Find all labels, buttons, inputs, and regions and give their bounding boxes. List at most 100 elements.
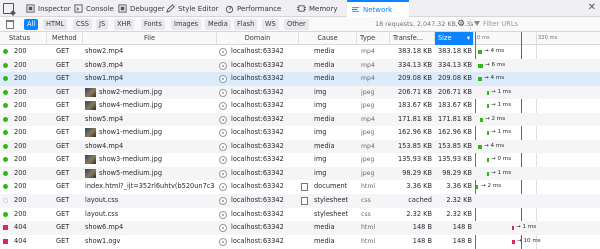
cause: img: [314, 128, 327, 137]
filter-html-button[interactable]: HTML: [43, 19, 68, 30]
gear-icon[interactable]: ⚙: [457, 19, 465, 30]
request-method: GET: [56, 168, 70, 177]
request-method: GET: [56, 101, 70, 110]
filter-css-button[interactable]: CSS: [73, 19, 92, 30]
element-picker-icon[interactable]: [3, 3, 14, 14]
filter-all-button[interactable]: All: [24, 19, 39, 30]
domain: localhost:63342: [231, 209, 284, 218]
content-type: mp4: [361, 48, 375, 55]
filter-xhr-button[interactable]: XHR: [114, 19, 135, 30]
cause: media: [314, 236, 335, 245]
resource-size: 162.96 KB: [437, 128, 472, 137]
waterfall-timing: → 4 ms: [484, 75, 505, 82]
table-row[interactable]: 200 GET show1-medium.jpg localhost:63342 img…: [0, 126, 600, 140]
security-info-icon: [219, 48, 227, 56]
tab-inspector[interactable]: Inspector: [22, 0, 75, 17]
table-row[interactable]: 404 GET show1.ogv localhost:63342 media html 1…: [0, 235, 600, 249]
close-icon[interactable]: ✕: [588, 2, 596, 13]
tab-memory[interactable]: Memory: [293, 0, 341, 17]
waterfall-bar: [478, 50, 482, 54]
security-info-icon: [219, 197, 227, 206]
cause: media: [314, 60, 335, 69]
column-size[interactable]: Size ▾: [435, 32, 474, 45]
filter-js-button[interactable]: JS: [96, 19, 109, 30]
performance-icon: [225, 5, 234, 13]
status-indicator-icon: [3, 157, 8, 163]
transferred-size: 3.36 KB: [406, 182, 432, 191]
table-row[interactable]: 200 GET show2-medium.jpg localhost:63342 img…: [0, 85, 600, 100]
domain: localhost:63342: [231, 128, 284, 137]
filter-ws-button[interactable]: WS: [262, 19, 279, 30]
domain: localhost:63342: [231, 101, 284, 110]
content-type: html: [361, 224, 376, 232]
waterfall-bar: [476, 185, 478, 190]
filter-images-button[interactable]: Images: [171, 19, 202, 30]
content-type: mp4: [361, 75, 375, 83]
column-type[interactable]: Type: [357, 32, 390, 45]
filter-fonts-button[interactable]: Fonts: [141, 19, 165, 30]
table-row[interactable]: 200 GET layout.css localhost:63342 styleshee…: [0, 194, 600, 208]
request-method: GET: [56, 182, 70, 191]
clear-requests-icon[interactable]: [6, 20, 14, 29]
domain: localhost:63342: [231, 141, 284, 150]
resource-size: 148 B: [452, 236, 472, 245]
tab-network[interactable]: Network: [347, 0, 409, 17]
file-name: show1.ogv: [85, 236, 121, 245]
resource-size: 2.32 KB: [446, 209, 472, 218]
request-method: GET: [56, 155, 70, 164]
content-type: jpeg: [361, 129, 375, 137]
status-code: 200: [14, 101, 27, 110]
style-editor-icon: [166, 4, 175, 13]
table-row[interactable]: 200 GET show1.mp4 localhost:63342 media mp4 20…: [0, 72, 600, 86]
tab-console[interactable]: Console: [70, 0, 118, 17]
tab-label: Inspector: [38, 4, 71, 13]
status-indicator-icon: [3, 130, 8, 136]
content-type: mp4: [361, 115, 375, 123]
table-row[interactable]: 200 GET show3.mp4 localhost:63342 media mp4 33…: [0, 58, 600, 73]
tab-performance[interactable]: Performance: [221, 0, 285, 17]
table-row[interactable]: 200 GET index.html?_ijt=352rl6uhtv(b520un7…: [0, 180, 600, 194]
security-info-icon: [219, 169, 227, 178]
table-row[interactable]: 200 GET layout.css localhost:63342 styleshee…: [0, 208, 600, 222]
status-code: 200: [14, 155, 27, 164]
table-row[interactable]: 200 GET show3-medium.jpg localhost:63342 img…: [0, 153, 600, 167]
content-type: jpeg: [361, 102, 375, 110]
tab-style-editor[interactable]: Style Editor: [162, 0, 223, 17]
tab-debugger[interactable]: Debugger: [114, 0, 169, 17]
table-row[interactable]: 200 GET show5.mp4 localhost:63342 media mp4 17…: [0, 112, 600, 127]
filter-other-button[interactable]: Other: [284, 19, 309, 30]
column-method[interactable]: Method: [47, 32, 83, 45]
domain: localhost:63342: [231, 168, 284, 177]
transferred-size: 171.81 KB: [397, 114, 432, 123]
column-cause[interactable]: Cause: [299, 32, 357, 45]
status-indicator-icon: [3, 143, 8, 149]
filter-flash-button[interactable]: Flash: [234, 19, 258, 30]
table-row[interactable]: 404 GET show6.mp4 localhost:63342 media html 1…: [0, 221, 600, 235]
filter-media-button[interactable]: Media: [205, 19, 231, 30]
status-code: 200: [14, 196, 27, 205]
content-type: css: [361, 197, 371, 205]
table-row[interactable]: 200 GET show2.mp4 localhost:63342 media mp4 38…: [0, 45, 600, 59]
table-row[interactable]: 200 GET show4.mp4 localhost:63342 media mp4 15…: [0, 139, 600, 154]
resource-size: 135.93 KB: [437, 155, 472, 164]
status-indicator-icon: [3, 76, 8, 82]
column-domain[interactable]: Domain: [217, 32, 299, 45]
table-row[interactable]: 200 GET show5-medium.jpg localhost:63342 img…: [0, 166, 600, 181]
waterfall-bar: [478, 144, 482, 149]
file-name: index.html?_ijt=352rl6uhtv(b520un7c3c...: [85, 182, 215, 191]
request-method: GET: [56, 196, 70, 205]
column-transferred[interactable]: Transfe...: [390, 32, 435, 45]
status-code: 200: [14, 74, 27, 83]
column-status[interactable]: Status: [0, 32, 47, 45]
column-file[interactable]: File: [83, 32, 217, 45]
table-row[interactable]: 200 GET show4-medium.jpg localhost:63342 img…: [0, 99, 600, 113]
transferred-size: 2.32 KB: [406, 209, 432, 218]
waterfall-bar: [478, 77, 482, 82]
request-method: GET: [56, 209, 70, 218]
file-name: layout.css: [85, 196, 119, 205]
cause: document: [314, 182, 348, 191]
filter-urls-input[interactable]: Filter URLs: [470, 19, 596, 30]
waterfall-bar: [487, 90, 489, 95]
image-thumbnail: [85, 168, 96, 178]
waterfall-bar: [487, 131, 489, 136]
